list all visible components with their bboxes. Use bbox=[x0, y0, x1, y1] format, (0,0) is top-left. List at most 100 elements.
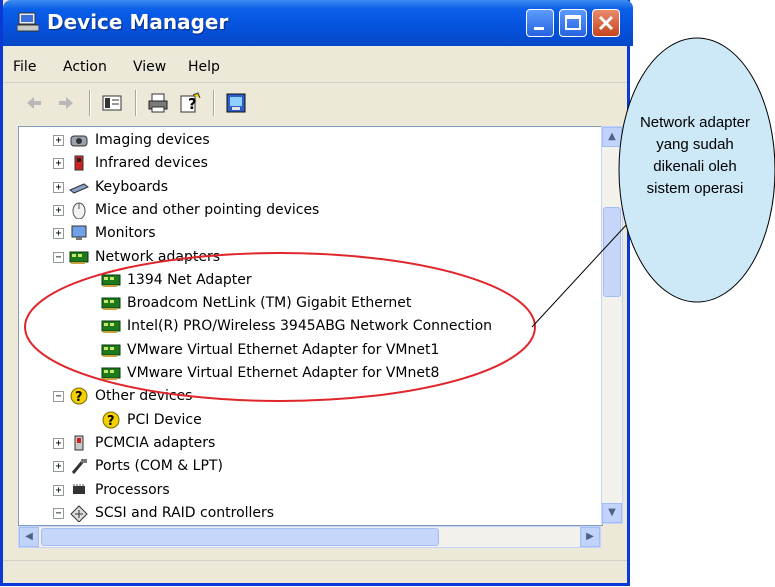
tree-item[interactable]: Infrared devices bbox=[69, 152, 208, 174]
network-card-icon bbox=[101, 320, 121, 334]
tree-expander[interactable]: − bbox=[53, 251, 64, 263]
network-card-icon bbox=[69, 251, 89, 264]
tree-item[interactable]: Monitors bbox=[69, 222, 156, 244]
forward-arrow-icon[interactable] bbox=[55, 92, 77, 114]
tree-item[interactable]: Intel(R) PRO/Wireless 3945ABG Network Co… bbox=[101, 315, 492, 337]
menu-file[interactable]: File bbox=[13, 59, 36, 75]
help-icon[interactable]: ? bbox=[179, 92, 201, 114]
processor-icon bbox=[73, 483, 85, 494]
status-bar bbox=[3, 560, 627, 587]
toolbar: ? bbox=[3, 84, 627, 122]
vertical-scroll-thumb[interactable] bbox=[603, 207, 621, 297]
pcmcia-icon bbox=[74, 435, 84, 451]
close-icon bbox=[598, 15, 614, 31]
device-manager-window: Device Manager File Action View Help ? +… bbox=[0, 0, 633, 587]
scroll-right-button[interactable]: ▶ bbox=[580, 527, 600, 547]
menu-view[interactable]: View bbox=[133, 59, 166, 75]
callout-line: Network adapter bbox=[639, 114, 751, 131]
title-bar[interactable]: Device Manager bbox=[3, 0, 633, 46]
tree-item[interactable]: 1394 Net Adapter bbox=[101, 269, 252, 291]
tree-item-label: Network adapters bbox=[95, 248, 220, 265]
scan-hardware-icon[interactable] bbox=[225, 92, 247, 114]
tree-item-label: Infrared devices bbox=[95, 155, 208, 172]
device-tree[interactable]: + Imaging devices + Infrared devices + Keyboa… bbox=[18, 126, 603, 526]
tree-item-label: Broadcom NetLink (TM) Gigabit Ethernet bbox=[127, 295, 412, 312]
callout-line: sistem operasi bbox=[646, 180, 744, 197]
tree-item[interactable]: VMware Virtual Ethernet Adapter for VMne… bbox=[101, 339, 439, 361]
tree-item[interactable]: Network adapters bbox=[69, 246, 220, 268]
maximize-icon bbox=[565, 15, 581, 30]
unknown-device-icon: ? bbox=[70, 387, 88, 405]
callout-line: dikenali oleh bbox=[653, 158, 737, 175]
scroll-down-button[interactable]: ▼ bbox=[602, 503, 622, 523]
infrared-icon bbox=[74, 155, 84, 171]
tree-item[interactable]: Processors bbox=[69, 479, 170, 501]
scsi-icon bbox=[70, 505, 88, 522]
tree-item-label: PCI Device bbox=[127, 411, 202, 428]
tree-expander[interactable]: + bbox=[53, 135, 64, 146]
tree-item-label: Processors bbox=[95, 481, 170, 498]
menu-action[interactable]: Action bbox=[63, 59, 107, 75]
network-card-icon bbox=[101, 344, 121, 357]
tree-expander[interactable]: + bbox=[53, 228, 64, 240]
tree-item[interactable]: Mice and other pointing devices bbox=[69, 199, 319, 221]
network-card-icon bbox=[101, 367, 121, 380]
tree-expander[interactable]: + bbox=[53, 461, 64, 473]
menu-bar: File Action View Help bbox=[3, 52, 627, 83]
camera-icon bbox=[70, 135, 88, 147]
tree-item-label: Imaging devices bbox=[95, 132, 210, 148]
maximize-button[interactable] bbox=[559, 9, 587, 37]
window-title: Device Manager bbox=[47, 10, 229, 34]
tree-item-label: SCSI and RAID controllers bbox=[95, 504, 275, 521]
tree-expander[interactable]: − bbox=[53, 507, 64, 519]
tree-item-label: VMware Virtual Ethernet Adapter for VMne… bbox=[127, 365, 440, 381]
tree-item[interactable]: Keyboards bbox=[69, 176, 168, 198]
tree-item[interactable]: VMware Virtual Ethernet Adapter for VMne… bbox=[101, 362, 439, 384]
scroll-left-button[interactable]: ◀ bbox=[19, 527, 39, 547]
svg-text:?: ? bbox=[188, 95, 197, 113]
tree-item[interactable]: Imaging devices bbox=[69, 129, 210, 151]
tree-item-label: Intel(R) PRO/Wireless 3945ABG Network Co… bbox=[127, 318, 493, 335]
toolbar-separator bbox=[135, 90, 137, 116]
tree-item[interactable]: ? Other devices bbox=[69, 385, 192, 407]
tree-item-label: VMware Virtual Ethernet Adapter for VMne… bbox=[127, 341, 440, 358]
scroll-up-button[interactable]: ▲ bbox=[602, 127, 622, 147]
keyboard-icon bbox=[69, 183, 89, 194]
tree-item[interactable]: PCMCIA adapters bbox=[69, 432, 215, 454]
device-manager-icon bbox=[17, 12, 39, 32]
svg-text:?: ? bbox=[75, 390, 83, 405]
tree-item-label: 1394 Net Adapter bbox=[127, 271, 252, 288]
toolbar-separator bbox=[213, 90, 215, 116]
toolbar-separator bbox=[89, 90, 91, 116]
monitor-icon bbox=[71, 225, 87, 241]
horizontal-scrollbar[interactable]: ◀ ▶ bbox=[18, 526, 601, 548]
close-button[interactable] bbox=[592, 9, 620, 37]
horizontal-scroll-thumb[interactable] bbox=[41, 528, 439, 546]
tree-item[interactable]: ? PCI Device bbox=[101, 409, 202, 431]
menu-help[interactable]: Help bbox=[188, 59, 220, 75]
printer-icon[interactable] bbox=[147, 92, 169, 114]
tree-expander[interactable]: + bbox=[53, 484, 64, 496]
minimize-icon bbox=[534, 27, 544, 30]
network-card-icon bbox=[101, 274, 121, 287]
tree-expander[interactable]: + bbox=[53, 437, 64, 449]
callout-line: yang sudah bbox=[656, 136, 734, 153]
tree-item-label: Mice and other pointing devices bbox=[95, 201, 320, 218]
network-card-icon bbox=[101, 297, 121, 311]
minimize-button[interactable] bbox=[526, 9, 554, 37]
tree-expander[interactable]: + bbox=[53, 204, 64, 216]
back-arrow-icon[interactable] bbox=[23, 92, 45, 114]
tree-expander[interactable]: − bbox=[53, 391, 64, 403]
tree-expander[interactable]: + bbox=[53, 158, 64, 170]
tree-item-label: PCMCIA adapters bbox=[95, 434, 216, 451]
tree-item[interactable]: SCSI and RAID controllers bbox=[69, 502, 274, 524]
properties-icon[interactable] bbox=[101, 92, 123, 114]
tree-expander[interactable]: + bbox=[53, 181, 64, 193]
tree-item-label: Other devices bbox=[95, 388, 193, 405]
tree-item[interactable]: Ports (COM & LPT) bbox=[69, 455, 223, 477]
tree-item[interactable]: Broadcom NetLink (TM) Gigabit Ethernet bbox=[101, 292, 411, 314]
unknown-device-icon: ? bbox=[102, 411, 120, 429]
mouse-icon bbox=[72, 202, 86, 219]
tree-item-label: Keyboards bbox=[95, 178, 169, 195]
tree-item-label: Monitors bbox=[95, 225, 156, 242]
